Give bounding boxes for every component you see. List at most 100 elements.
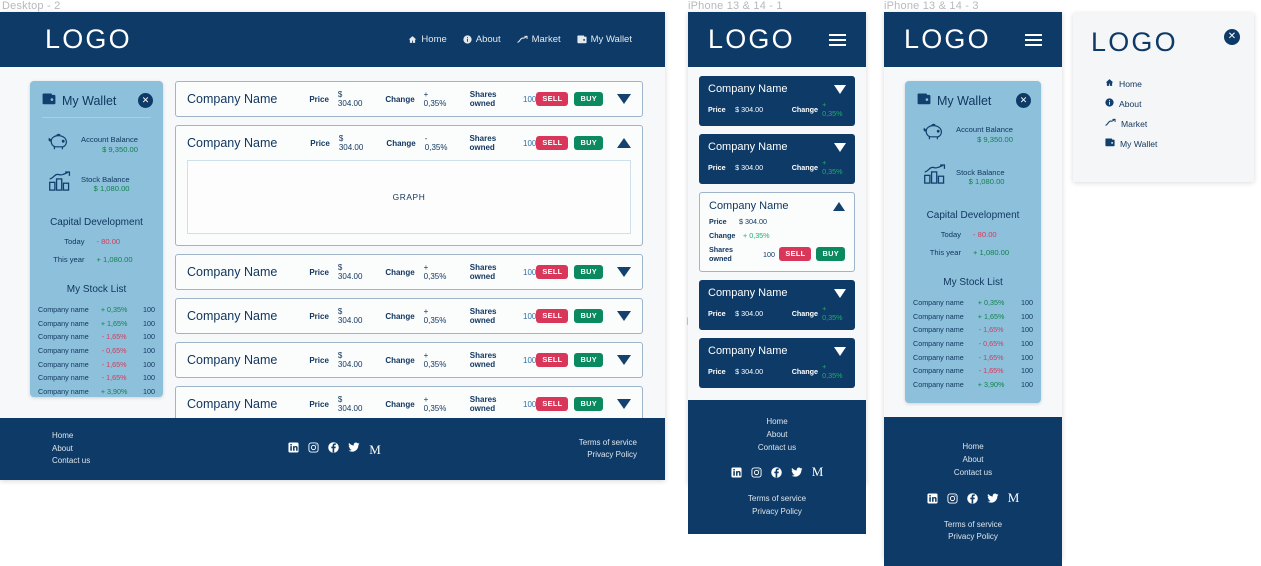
close-icon[interactable]: ✕	[138, 93, 153, 108]
list-item[interactable]: Company Name Price $ 304.00 Change + 0,35%	[699, 76, 855, 126]
price-label: Price	[709, 217, 727, 226]
list-item[interactable]: Company name + 3,90% 100	[38, 385, 155, 399]
buy-button[interactable]: BUY	[574, 397, 603, 411]
twitter-icon[interactable]	[987, 491, 999, 509]
sell-button[interactable]: SELL	[536, 92, 569, 106]
chevron-down-icon[interactable]	[617, 355, 631, 365]
table-row[interactable]: Company Name Price $ 304.00 Change + 0,3…	[175, 254, 643, 290]
footer-privacy-link[interactable]: Privacy Policy	[688, 506, 866, 519]
chevron-up-icon[interactable]	[833, 201, 845, 211]
close-icon[interactable]: ✕	[1224, 29, 1240, 45]
footer-link-home[interactable]: Home	[688, 416, 866, 429]
chevron-down-icon[interactable]	[617, 311, 631, 321]
footer-privacy-link[interactable]: Privacy Policy	[579, 449, 637, 461]
sell-button[interactable]: SELL	[536, 397, 569, 411]
list-item[interactable]: Company name + 0,35% 100	[38, 303, 155, 317]
close-icon[interactable]: ✕	[1016, 93, 1031, 108]
chevron-down-icon[interactable]	[834, 288, 846, 298]
footer-link-home[interactable]: Home	[884, 441, 1062, 454]
footer-link-about[interactable]: About	[688, 429, 866, 442]
menu-item-home[interactable]: Home	[1105, 78, 1254, 89]
sell-button[interactable]: SELL	[536, 136, 569, 150]
logo[interactable]: LOGO	[708, 26, 795, 53]
list-item[interactable]: Company name - 1,65% 100	[913, 364, 1033, 378]
footer-privacy-link[interactable]: Privacy Policy	[884, 531, 1062, 544]
list-item[interactable]: Company name + 3,90% 100	[913, 378, 1033, 392]
twitter-icon[interactable]	[348, 440, 360, 458]
logo[interactable]: LOGO	[45, 26, 132, 53]
table-row[interactable]: Company Name Price $ 304.00 Change + 0,3…	[175, 386, 643, 422]
sell-button[interactable]: SELL	[779, 247, 812, 261]
sell-button[interactable]: SELL	[536, 309, 569, 323]
list-item[interactable]: Company Name Price $ 304.00 Change + 0,35%	[699, 134, 855, 184]
menu-item-my-wallet[interactable]: My Wallet	[1105, 138, 1254, 149]
menu-item-about[interactable]: About	[1105, 98, 1254, 109]
chevron-down-icon[interactable]	[617, 267, 631, 277]
table-row[interactable]: Company Name Price $ 304.00 Change + 0,3…	[175, 81, 643, 117]
sell-button[interactable]: SELL	[536, 265, 569, 279]
instagram-icon[interactable]	[947, 491, 958, 509]
buy-button[interactable]: BUY	[816, 247, 845, 261]
list-item[interactable]: Company name + 0,35% 100	[913, 296, 1033, 310]
footer-terms-link[interactable]: Terms of service	[579, 437, 637, 449]
footer-link-about[interactable]: About	[52, 443, 90, 455]
list-item[interactable]: Company name - 1,65% 100	[38, 357, 155, 371]
table-row[interactable]: Company Name Price $ 304.00 Change + 0,3…	[175, 342, 643, 378]
facebook-icon[interactable]	[770, 465, 782, 483]
footer-link-contact[interactable]: Contact us	[884, 467, 1062, 480]
buy-button[interactable]: BUY	[574, 136, 603, 150]
facebook-icon[interactable]	[328, 440, 339, 458]
buy-button[interactable]: BUY	[574, 309, 603, 323]
hamburger-menu-icon[interactable]	[829, 33, 846, 46]
linkedin-icon[interactable]	[731, 465, 742, 483]
my-stock-list-title: My Stock List	[66, 284, 127, 295]
medium-icon[interactable]: M	[369, 443, 381, 456]
footer-link-about[interactable]: About	[884, 454, 1062, 467]
nav-item-about[interactable]: About	[463, 34, 501, 45]
capital-value: - 80.00	[973, 230, 997, 239]
chevron-down-icon[interactable]	[834, 84, 846, 94]
twitter-icon[interactable]	[791, 465, 803, 483]
table-row-expanded[interactable]: Company Name Price $ 304.00 Change - 0,3…	[175, 125, 643, 246]
sell-button[interactable]: SELL	[536, 353, 569, 367]
chevron-down-icon[interactable]	[617, 399, 631, 409]
list-item[interactable]: Company Name Price $ 304.00 Change + 0,35%	[699, 338, 855, 388]
instagram-icon[interactable]	[751, 465, 762, 483]
footer-link-home[interactable]: Home	[52, 430, 90, 442]
list-item[interactable]: Company name - 0,65% 100	[913, 337, 1033, 351]
nav-item-market[interactable]: Market	[516, 34, 561, 45]
list-item[interactable]: Company Name Price $ 304.00 Change + 0,35%	[699, 280, 855, 330]
chevron-down-icon[interactable]	[834, 346, 846, 356]
chevron-down-icon[interactable]	[834, 142, 846, 152]
list-item[interactable]: Company name - 1,65% 100	[913, 323, 1033, 337]
list-item[interactable]: Company name - 1,65% 100	[913, 350, 1033, 364]
medium-icon[interactable]: M	[1008, 491, 1020, 509]
footer-link-contact[interactable]: Contact us	[688, 442, 866, 455]
medium-icon[interactable]: M	[812, 465, 824, 483]
list-item[interactable]: Company name - 1,65% 100	[38, 371, 155, 385]
instagram-icon[interactable]	[308, 440, 319, 458]
menu-item-market[interactable]: Market	[1105, 118, 1254, 129]
nav-item-my-wallet[interactable]: My Wallet	[577, 34, 632, 45]
chevron-up-icon[interactable]	[617, 138, 631, 148]
chevron-down-icon[interactable]	[617, 94, 631, 104]
linkedin-icon[interactable]	[288, 440, 299, 458]
footer-link-contact[interactable]: Contact us	[52, 455, 90, 467]
footer-terms-link[interactable]: Terms of service	[688, 493, 866, 506]
footer-terms-link[interactable]: Terms of service	[884, 519, 1062, 532]
buy-button[interactable]: BUY	[574, 353, 603, 367]
list-item[interactable]: Company name + 1,65% 100	[913, 310, 1033, 324]
linkedin-icon[interactable]	[927, 491, 938, 509]
buy-button[interactable]: BUY	[574, 92, 603, 106]
buy-button[interactable]: BUY	[574, 265, 603, 279]
logo[interactable]: LOGO	[1091, 29, 1178, 56]
list-item[interactable]: Company name - 0,65% 100	[38, 344, 155, 358]
hamburger-menu-icon[interactable]	[1025, 33, 1042, 46]
list-item[interactable]: Company name + 1,65% 100	[38, 317, 155, 331]
nav-item-home[interactable]: Home	[408, 34, 447, 45]
table-row[interactable]: Company Name Price $ 304.00 Change + 0,3…	[175, 298, 643, 334]
facebook-icon[interactable]	[966, 491, 978, 509]
list-item[interactable]: Company name - 1,65% 100	[38, 330, 155, 344]
list-item-expanded[interactable]: Company Name Price $ 304.00 Change + 0,35%…	[699, 192, 855, 272]
logo[interactable]: LOGO	[904, 26, 991, 53]
